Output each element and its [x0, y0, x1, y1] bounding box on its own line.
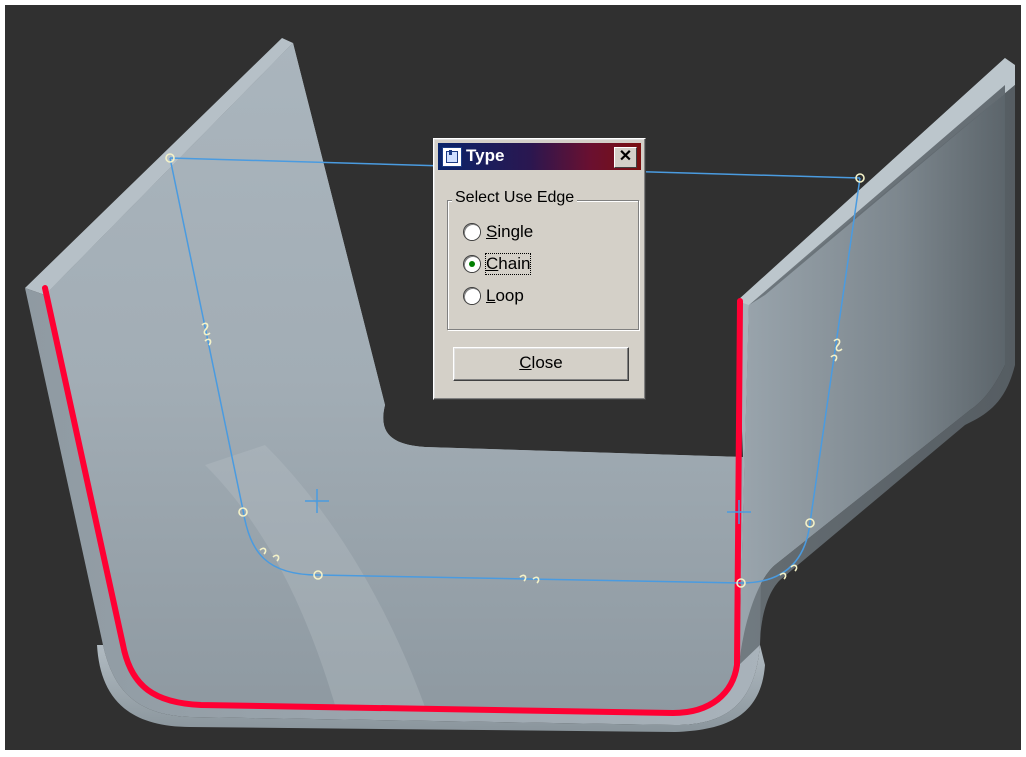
dialog-app-icon: [442, 147, 462, 167]
close-icon[interactable]: ✕: [614, 147, 637, 168]
group-label: Select Use Edge: [452, 189, 578, 207]
type-dialog: Type ✕ Select Use Edge Single Chain Loop…: [433, 138, 646, 400]
radio-label: Single: [486, 222, 534, 241]
dialog-titlebar[interactable]: Type ✕: [438, 143, 641, 170]
radio-button[interactable]: [464, 224, 480, 240]
dialog-title: Type: [466, 146, 505, 165]
radio-label: Chain: [484, 253, 532, 275]
radio-label: Loop: [486, 286, 524, 305]
close-button[interactable]: Close: [453, 347, 629, 381]
radio-button[interactable]: [464, 288, 480, 304]
radio-button-selected[interactable]: [464, 256, 480, 272]
